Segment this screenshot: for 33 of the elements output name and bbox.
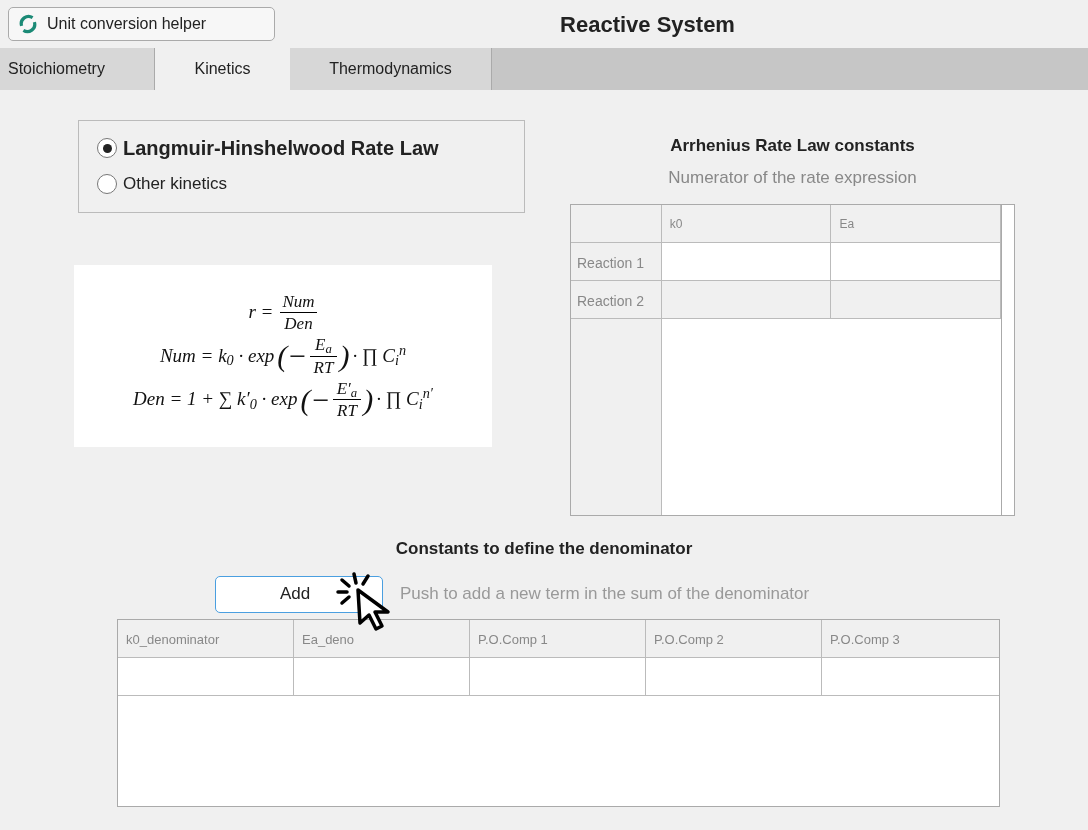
fraction-denominator: RT bbox=[309, 355, 338, 378]
fraction-numerator: Num bbox=[281, 290, 316, 312]
formula-paren: (− bbox=[277, 341, 308, 371]
window-title: Reactive System bbox=[560, 10, 735, 39]
tab[interactable]: Thermodynamics bbox=[290, 48, 492, 90]
unit-conversion-button[interactable]: Unit conversion helper bbox=[8, 7, 275, 41]
radio-option[interactable]: Other kinetics bbox=[97, 171, 524, 197]
fraction-denominator: RT bbox=[333, 399, 361, 422]
hint-text: Push to add a new term in the sum of the denominator bbox=[400, 583, 810, 606]
section-subtitle: Numerator of the rate expression bbox=[668, 166, 917, 189]
radio-button[interactable] bbox=[97, 138, 117, 158]
formula-text: r = bbox=[247, 300, 275, 325]
radio-button[interactable] bbox=[97, 173, 117, 194]
tab[interactable]: Stoichiometry bbox=[0, 48, 155, 90]
fraction-numerator: E$_{a}$ bbox=[314, 334, 333, 356]
formula-paren: ) bbox=[363, 384, 374, 415]
section-title: Constants to define the denominator bbox=[395, 538, 693, 560]
section-title: Arrhenius Rate Law constants bbox=[670, 135, 915, 157]
column-header: P.O.Comp 3 bbox=[829, 630, 901, 649]
fraction-denominator: Den bbox=[280, 312, 317, 335]
column-header: k0_denominator bbox=[118, 619, 294, 657]
row-header: Reaction 1 bbox=[571, 243, 662, 280]
formula-paren: ) bbox=[339, 341, 350, 371]
column-header: P.O.Comp 2 bbox=[646, 619, 822, 657]
column-header: P.O.Comp 1 bbox=[470, 619, 646, 657]
refresh-icon bbox=[17, 13, 39, 35]
formula-paren: (− bbox=[300, 384, 331, 415]
formula-text: Den = 1 + ∑ k′$_{0}$ · exp bbox=[132, 387, 299, 414]
column-header: k0 bbox=[661, 205, 832, 242]
formula-text: Num = k$_{0}$ · exp bbox=[158, 343, 276, 371]
tab[interactable]: Kinetics bbox=[155, 48, 290, 90]
fraction-numerator: E′$_{a}$ bbox=[335, 377, 359, 399]
radio-option[interactable]: Langmuir-Hinshelwood Rate Law bbox=[97, 133, 524, 163]
